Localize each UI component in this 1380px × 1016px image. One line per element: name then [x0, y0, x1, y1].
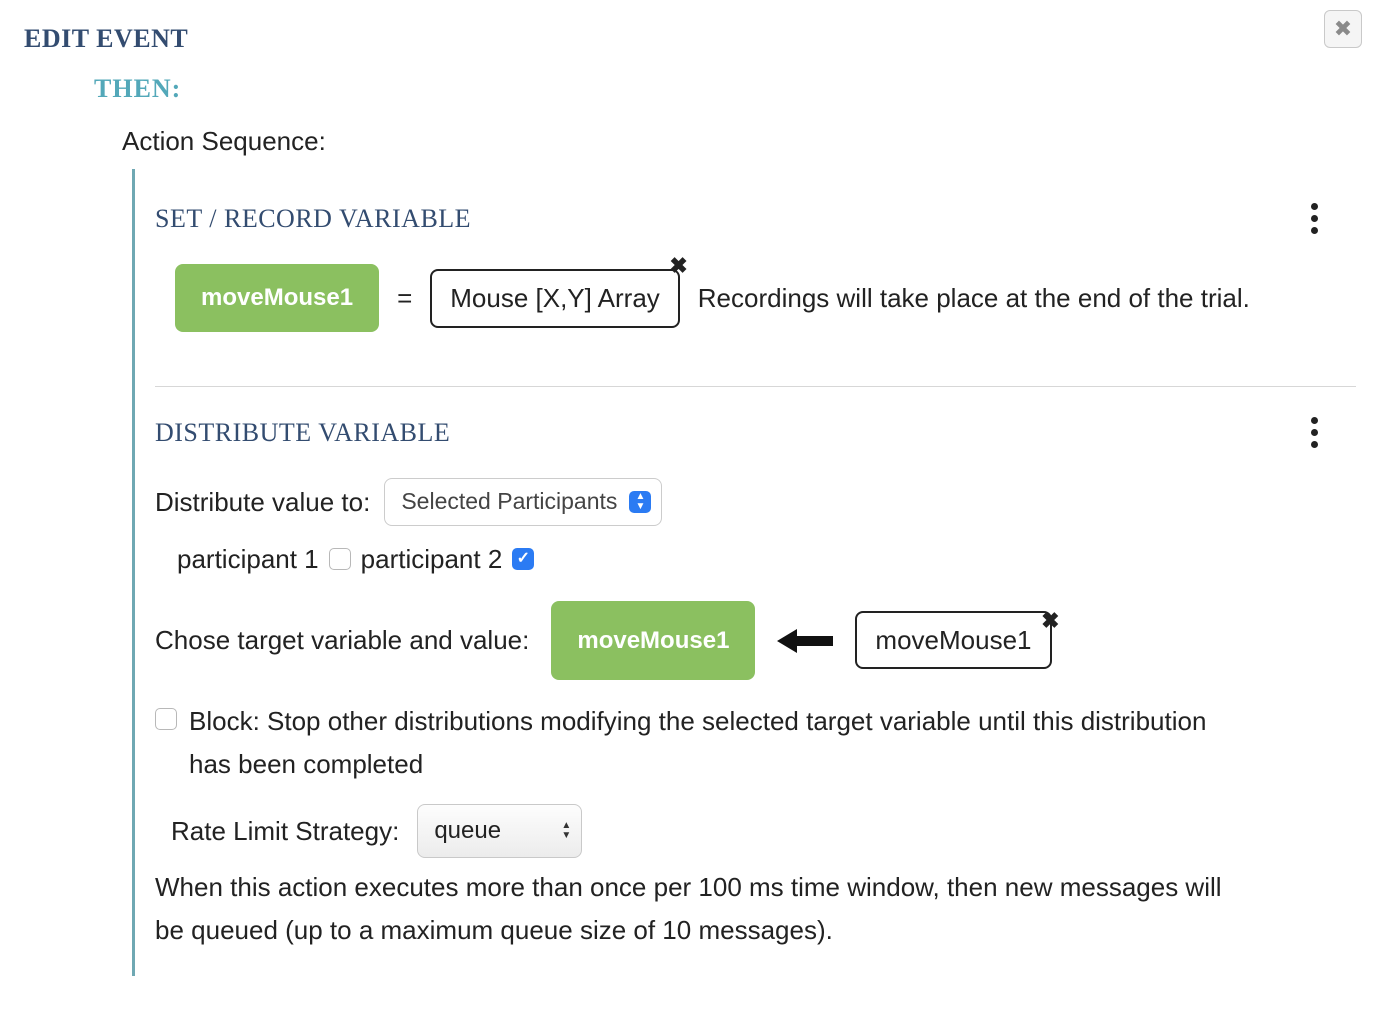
- kebab-dot-icon: [1311, 441, 1318, 448]
- set-record-description: Recordings will take place at the end of…: [698, 283, 1250, 314]
- close-button[interactable]: ✖: [1324, 10, 1362, 48]
- dialog-title: EDIT EVENT: [24, 24, 1356, 54]
- participant-label: participant 2: [361, 538, 503, 581]
- participant-2-checkbox[interactable]: ✓: [512, 548, 534, 570]
- block-checkbox[interactable]: [155, 708, 177, 730]
- select-stepper-icon: ▲▼: [561, 821, 571, 841]
- action-distribute-variable: DISTRIBUTE VARIABLE Distribute value to:…: [155, 413, 1356, 976]
- variable-chip[interactable]: moveMouse1: [175, 264, 379, 332]
- action-title-set-record: SET / RECORD VARIABLE: [155, 204, 471, 234]
- value-chip[interactable]: Mouse [X,Y] Array: [430, 269, 680, 328]
- remove-value-button[interactable]: ✖: [669, 253, 687, 279]
- equals-sign: =: [397, 283, 412, 314]
- rate-limit-label: Rate Limit Strategy:: [171, 810, 399, 853]
- participant-1-checkbox[interactable]: [329, 548, 351, 570]
- target-variable-chip[interactable]: moveMouse1: [551, 601, 755, 681]
- distribute-to-select[interactable]: Selected Participants ▲▼: [384, 478, 662, 526]
- divider: [155, 386, 1356, 387]
- action-menu-button[interactable]: [1307, 199, 1322, 238]
- action-sequence-label: Action Sequence:: [122, 126, 1356, 157]
- remove-source-value-button[interactable]: ✖: [1041, 603, 1059, 639]
- distribute-to-label: Distribute value to:: [155, 481, 370, 524]
- kebab-dot-icon: [1311, 215, 1318, 222]
- target-variable-label: Chose target variable and value:: [155, 619, 529, 662]
- kebab-dot-icon: [1311, 417, 1318, 424]
- action-set-record-variable: SET / RECORD VARIABLE moveMouse1 = ✖ Mou…: [155, 199, 1356, 356]
- kebab-dot-icon: [1311, 429, 1318, 436]
- arrow-left-icon: [777, 629, 833, 653]
- action-menu-button[interactable]: [1307, 413, 1322, 452]
- then-label: THEN:: [94, 74, 1356, 104]
- rate-limit-value: queue: [434, 811, 501, 851]
- action-title-distribute: DISTRIBUTE VARIABLE: [155, 418, 450, 448]
- distribute-to-value: Selected Participants: [401, 483, 617, 521]
- rate-limit-description: When this action executes more than once…: [155, 866, 1225, 952]
- select-arrows-icon: ▲▼: [629, 491, 651, 513]
- kebab-dot-icon: [1311, 203, 1318, 210]
- block-description: Block: Stop other distributions modifyin…: [189, 700, 1229, 786]
- kebab-dot-icon: [1311, 227, 1318, 234]
- participant-label: participant 1: [177, 538, 319, 581]
- source-value-chip[interactable]: moveMouse1: [855, 611, 1051, 669]
- close-icon: ✖: [1334, 16, 1352, 42]
- rate-limit-select[interactable]: queue ▲▼: [417, 804, 582, 858]
